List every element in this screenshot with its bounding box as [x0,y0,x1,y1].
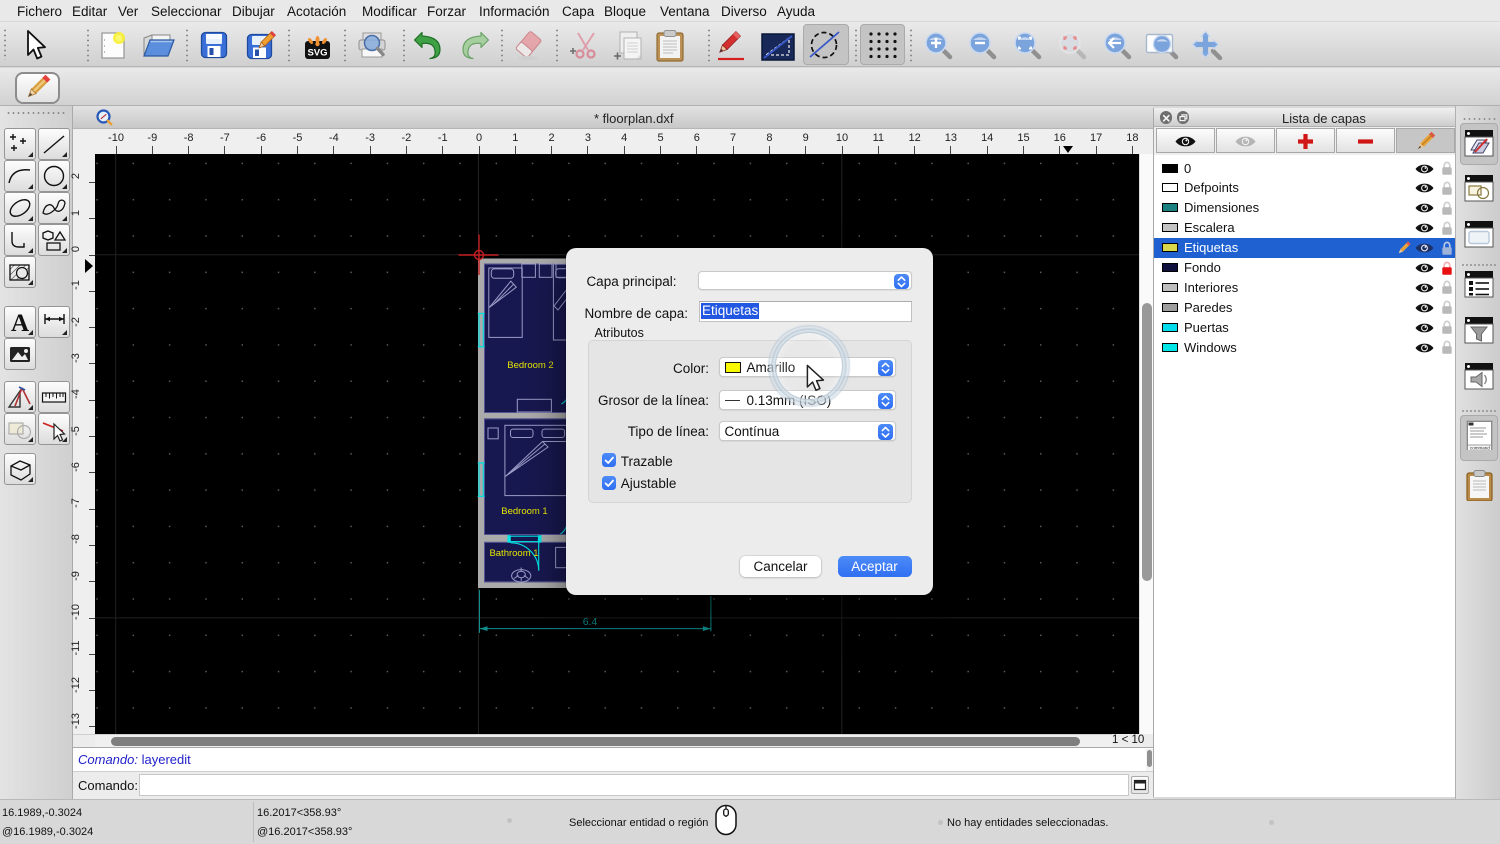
svg-text:Bedroom 1: Bedroom 1 [501,506,547,517]
svg-text:Bedroom 2: Bedroom 2 [507,360,553,371]
svg-text:6.4: 6.4 [583,616,598,628]
svg-text:A: A [11,310,29,337]
svg-text:command: command [1470,446,1490,451]
svg-text:SVG: SVG [307,48,327,59]
svg-text:Bathroom 1: Bathroom 1 [489,548,538,559]
